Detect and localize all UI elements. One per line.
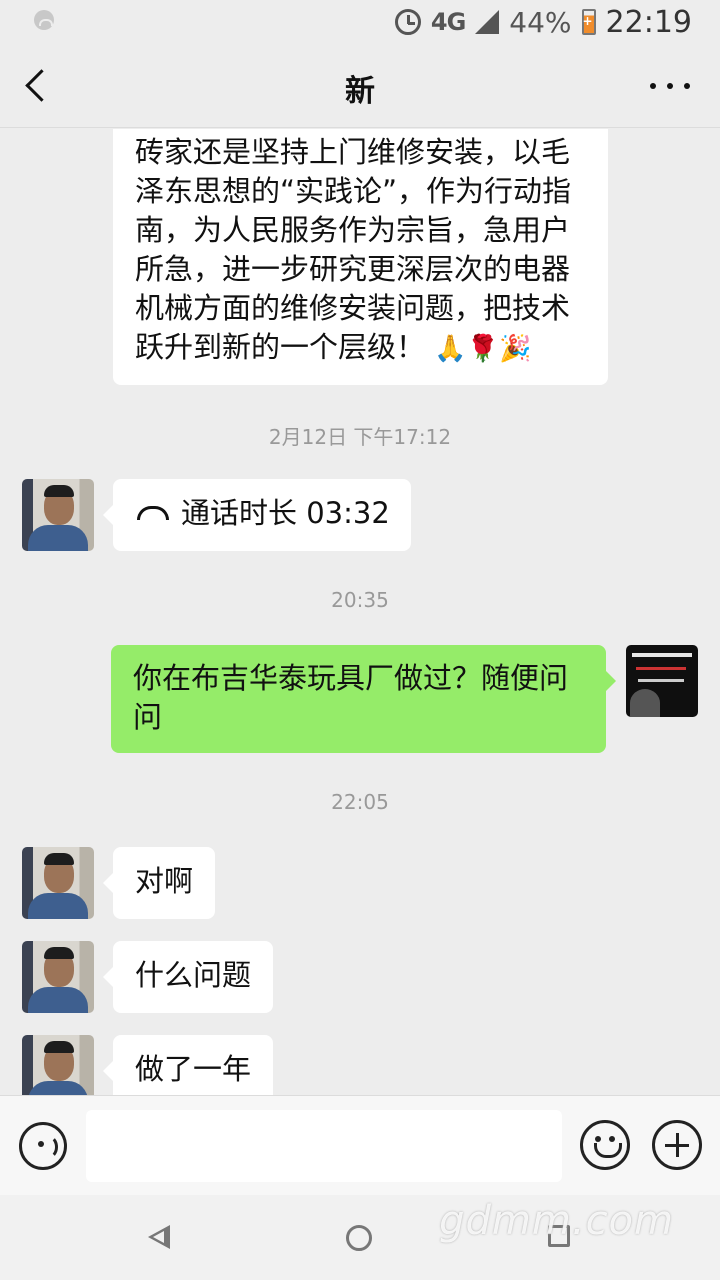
voice-button[interactable] [19, 1122, 67, 1170]
nav-back-icon[interactable] [148, 1225, 170, 1249]
message-line: 跃升到新的一个层级！ 🙏🌹🎉 [135, 328, 586, 369]
timestamp: 20:35 [331, 588, 389, 612]
signal-icon [475, 10, 500, 34]
status-time: 22:19 [605, 4, 692, 40]
nav-home-icon[interactable] [346, 1225, 372, 1251]
message-text: 什么问题 [135, 958, 252, 992]
message-bubble[interactable]: 对啊 [102, 847, 216, 919]
self-avatar[interactable] [626, 645, 698, 717]
message-line: 砖家还是坚持上门维修安装，以毛 [135, 135, 571, 169]
chat-messages[interactable]: 砖家还是坚持上门维修安装，以毛 泽东思想的“实践论”，作为行动指 南，为人民服务… [0, 129, 720, 1095]
network-label: 4G [430, 8, 466, 36]
message-line: 所急，进一步研究更深层次的电器 [135, 252, 571, 286]
message-line: 机械方面的维修安装问题，把技术 [135, 291, 571, 325]
message-bubble[interactable]: 做了一年 [102, 1035, 274, 1095]
timestamp: 2月12日 下午17:12 [268, 425, 452, 449]
message-bubble[interactable]: 砖家还是坚持上门维修安装，以毛 泽东思想的“实践论”，作为行动指 南，为人民服务… [113, 129, 608, 385]
message-line: 泽东思想的“实践论”，作为行动指 [135, 174, 572, 208]
message-line: 你在布吉华泰玩具厂做过？随便问 [133, 661, 569, 695]
contact-avatar[interactable] [22, 1035, 94, 1095]
contact-avatar[interactable] [22, 847, 94, 919]
input-bar [0, 1095, 720, 1195]
message-text: 跃升到新的一个层级！ [135, 330, 426, 364]
more-functions-button[interactable] [652, 1120, 702, 1170]
chat-header: 新 [0, 44, 720, 128]
message-text: 对啊 [135, 864, 194, 898]
phone-icon [137, 506, 169, 520]
alarm-icon [394, 9, 421, 35]
emoji-text: 🙏🌹🎉 [434, 334, 532, 364]
call-record-bubble[interactable]: 通话时长 03:32 [103, 479, 411, 551]
emoji-button[interactable] [580, 1120, 630, 1170]
battery-percent: 44% [509, 5, 572, 39]
battery-icon [581, 9, 596, 35]
watermark: gdmm.com [439, 1198, 674, 1244]
contact-avatar[interactable] [22, 941, 94, 1013]
message-line: 问 [133, 700, 163, 734]
message-bubble-mine[interactable]: 你在布吉华泰玩具厂做过？随便问 问 [111, 645, 616, 753]
call-duration: 通话时长 03:32 [181, 496, 390, 530]
notification-icon [34, 10, 54, 30]
message-text: 做了一年 [135, 1052, 252, 1086]
message-input[interactable] [86, 1110, 562, 1182]
status-bar: 4G 44% 22:19 [0, 0, 720, 44]
contact-avatar[interactable] [22, 479, 94, 551]
more-button[interactable] [650, 74, 690, 98]
more-dots-icon [650, 83, 656, 89]
message-bubble[interactable]: 什么问题 [102, 941, 274, 1013]
message-line: 南，为人民服务作为宗旨，急用户 [135, 213, 571, 247]
status-indicators: 4G 44% 22:19 [394, 4, 692, 40]
chat-title: 新 [345, 74, 375, 109]
timestamp: 22:05 [331, 790, 389, 814]
